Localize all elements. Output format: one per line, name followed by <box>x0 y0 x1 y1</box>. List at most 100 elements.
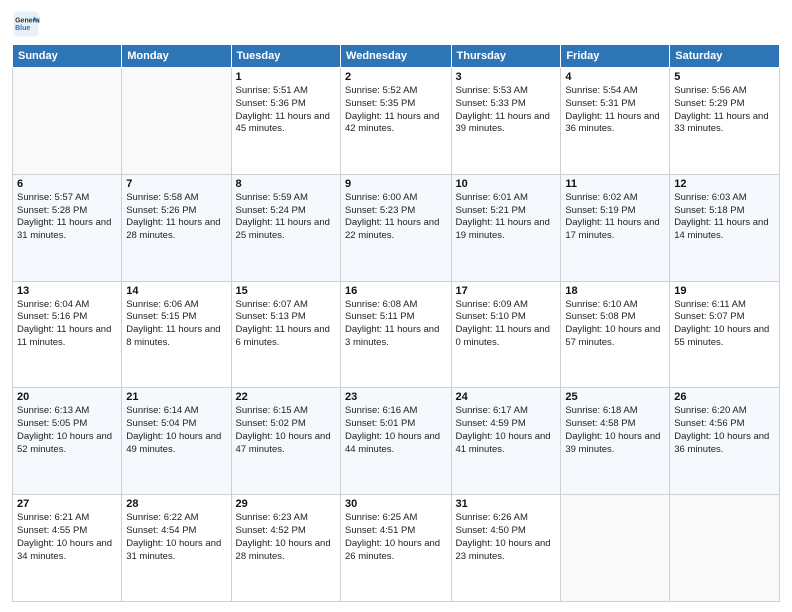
day-cell <box>670 495 780 602</box>
day-cell: 11Sunrise: 6:02 AM Sunset: 5:19 PM Dayli… <box>561 174 670 281</box>
week-row-5: 27Sunrise: 6:21 AM Sunset: 4:55 PM Dayli… <box>13 495 780 602</box>
day-number: 30 <box>345 498 447 510</box>
logo-icon: General Blue <box>12 10 40 38</box>
day-number: 29 <box>236 498 336 510</box>
day-info: Sunrise: 6:06 AM Sunset: 5:15 PM Dayligh… <box>126 299 226 350</box>
day-number: 18 <box>565 285 665 297</box>
weekday-sunday: Sunday <box>13 45 122 68</box>
svg-text:General: General <box>15 17 40 24</box>
logo: General Blue <box>12 10 42 38</box>
day-info: Sunrise: 5:59 AM Sunset: 5:24 PM Dayligh… <box>236 192 336 243</box>
day-number: 11 <box>565 178 665 190</box>
header: General Blue <box>12 10 780 38</box>
day-cell <box>561 495 670 602</box>
day-info: Sunrise: 6:23 AM Sunset: 4:52 PM Dayligh… <box>236 512 336 563</box>
day-cell: 12 Sunrise: 6:03 AM Sunset: 5:18 PM Dayli… <box>670 174 780 281</box>
day-number: 5 <box>674 71 775 83</box>
day-info: Sunrise: 6:14 AM Sunset: 5:04 PM Dayligh… <box>126 405 226 456</box>
day-cell: 19 Sunrise: 6:11 AM Sunset: 5:07 PM Dayli… <box>670 281 780 388</box>
day-cell: 1 Sunrise: 5:51 AM Sunset: 5:36 PM Daylig… <box>231 68 340 175</box>
day-number: 2 <box>345 71 447 83</box>
day-info: Sunrise: 5:56 AM Sunset: 5:29 PM Dayligh… <box>674 85 775 136</box>
weekday-saturday: Saturday <box>670 45 780 68</box>
day-cell: 22 Sunrise: 6:15 AM Sunset: 5:02 PM Dayli… <box>231 388 340 495</box>
day-number: 19 <box>674 285 775 297</box>
week-row-3: 13 Sunrise: 6:04 AM Sunset: 5:16 PM Dayli… <box>13 281 780 388</box>
day-number: 7 <box>126 178 226 190</box>
day-number: 3 <box>456 71 557 83</box>
day-info: Sunrise: 6:16 AM Sunset: 5:01 PM Dayligh… <box>345 405 447 456</box>
day-cell: 5 Sunrise: 5:56 AM Sunset: 5:29 PM Daylig… <box>670 68 780 175</box>
day-number: 24 <box>456 391 557 403</box>
day-info: Sunrise: 6:09 AM Sunset: 5:10 PM Dayligh… <box>456 299 557 350</box>
day-info: Sunrise: 6:08 AM Sunset: 5:11 PM Dayligh… <box>345 299 447 350</box>
day-cell: 20 Sunrise: 6:13 AM Sunset: 5:05 PM Dayli… <box>13 388 122 495</box>
week-row-4: 20 Sunrise: 6:13 AM Sunset: 5:05 PM Dayli… <box>13 388 780 495</box>
day-cell: 29 Sunrise: 6:23 AM Sunset: 4:52 PM Dayli… <box>231 495 340 602</box>
day-number: 1 <box>236 71 336 83</box>
day-number: 14 <box>126 285 226 297</box>
day-number: 8 <box>236 178 336 190</box>
day-cell: 25 Sunrise: 6:18 AM Sunset: 4:58 PM Dayli… <box>561 388 670 495</box>
day-number: 15 <box>236 285 336 297</box>
day-cell: 3 Sunrise: 5:53 AM Sunset: 5:33 PM Daylig… <box>451 68 561 175</box>
day-info: Sunrise: 5:51 AM Sunset: 5:36 PM Dayligh… <box>236 85 336 136</box>
weekday-thursday: Thursday <box>451 45 561 68</box>
day-cell: 14 Sunrise: 6:06 AM Sunset: 5:15 PM Dayli… <box>122 281 231 388</box>
day-info: Sunrise: 6:15 AM Sunset: 5:02 PM Dayligh… <box>236 405 336 456</box>
day-cell: 27Sunrise: 6:21 AM Sunset: 4:55 PM Dayli… <box>13 495 122 602</box>
day-number: 13 <box>17 285 117 297</box>
day-number: 12 <box>674 178 775 190</box>
day-cell <box>13 68 122 175</box>
day-info: Sunrise: 6:11 AM Sunset: 5:07 PM Dayligh… <box>674 299 775 350</box>
day-cell: 9Sunrise: 6:00 AM Sunset: 5:23 PM Daylig… <box>341 174 452 281</box>
day-number: 22 <box>236 391 336 403</box>
day-cell: 10 Sunrise: 6:01 AM Sunset: 5:21 PM Dayli… <box>451 174 561 281</box>
day-cell: 30 Sunrise: 6:25 AM Sunset: 4:51 PM Dayli… <box>341 495 452 602</box>
day-number: 27 <box>17 498 117 510</box>
week-row-2: 6Sunrise: 5:57 AM Sunset: 5:28 PM Daylig… <box>13 174 780 281</box>
day-info: Sunrise: 6:22 AM Sunset: 4:54 PM Dayligh… <box>126 512 226 563</box>
day-info: Sunrise: 6:01 AM Sunset: 5:21 PM Dayligh… <box>456 192 557 243</box>
day-info: Sunrise: 6:20 AM Sunset: 4:56 PM Dayligh… <box>674 405 775 456</box>
day-info: Sunrise: 6:18 AM Sunset: 4:58 PM Dayligh… <box>565 405 665 456</box>
day-cell: 24 Sunrise: 6:17 AM Sunset: 4:59 PM Dayli… <box>451 388 561 495</box>
week-row-1: 1 Sunrise: 5:51 AM Sunset: 5:36 PM Daylig… <box>13 68 780 175</box>
day-number: 10 <box>456 178 557 190</box>
weekday-wednesday: Wednesday <box>341 45 452 68</box>
day-info: Sunrise: 6:07 AM Sunset: 5:13 PM Dayligh… <box>236 299 336 350</box>
day-cell: 28 Sunrise: 6:22 AM Sunset: 4:54 PM Dayli… <box>122 495 231 602</box>
day-cell: 15 Sunrise: 6:07 AM Sunset: 5:13 PM Dayli… <box>231 281 340 388</box>
day-info: Sunrise: 5:54 AM Sunset: 5:31 PM Dayligh… <box>565 85 665 136</box>
day-cell: 23Sunrise: 6:16 AM Sunset: 5:01 PM Dayli… <box>341 388 452 495</box>
day-number: 4 <box>565 71 665 83</box>
day-number: 25 <box>565 391 665 403</box>
day-cell: 6Sunrise: 5:57 AM Sunset: 5:28 PM Daylig… <box>13 174 122 281</box>
day-info: Sunrise: 6:03 AM Sunset: 5:18 PM Dayligh… <box>674 192 775 243</box>
day-cell: 8 Sunrise: 5:59 AM Sunset: 5:24 PM Daylig… <box>231 174 340 281</box>
day-number: 28 <box>126 498 226 510</box>
day-info: Sunrise: 5:58 AM Sunset: 5:26 PM Dayligh… <box>126 192 226 243</box>
day-info: Sunrise: 6:04 AM Sunset: 5:16 PM Dayligh… <box>17 299 117 350</box>
day-cell <box>122 68 231 175</box>
day-cell: 4 Sunrise: 5:54 AM Sunset: 5:31 PM Daylig… <box>561 68 670 175</box>
day-info: Sunrise: 6:10 AM Sunset: 5:08 PM Dayligh… <box>565 299 665 350</box>
day-info: Sunrise: 5:53 AM Sunset: 5:33 PM Dayligh… <box>456 85 557 136</box>
day-info: Sunrise: 6:17 AM Sunset: 4:59 PM Dayligh… <box>456 405 557 456</box>
day-cell: 26 Sunrise: 6:20 AM Sunset: 4:56 PM Dayli… <box>670 388 780 495</box>
day-cell: 17Sunrise: 6:09 AM Sunset: 5:10 PM Dayli… <box>451 281 561 388</box>
day-number: 20 <box>17 391 117 403</box>
day-info: Sunrise: 6:26 AM Sunset: 4:50 PM Dayligh… <box>456 512 557 563</box>
day-number: 9 <box>345 178 447 190</box>
day-cell: 31Sunrise: 6:26 AM Sunset: 4:50 PM Dayli… <box>451 495 561 602</box>
weekday-header: SundayMondayTuesdayWednesdayThursdayFrid… <box>13 45 780 68</box>
day-info: Sunrise: 6:25 AM Sunset: 4:51 PM Dayligh… <box>345 512 447 563</box>
page: General Blue SundayMondayTuesdayWednesda… <box>0 0 792 612</box>
day-cell: 7 Sunrise: 5:58 AM Sunset: 5:26 PM Daylig… <box>122 174 231 281</box>
calendar: SundayMondayTuesdayWednesdayThursdayFrid… <box>12 44 780 602</box>
day-number: 26 <box>674 391 775 403</box>
day-info: Sunrise: 5:52 AM Sunset: 5:35 PM Dayligh… <box>345 85 447 136</box>
day-info: Sunrise: 6:13 AM Sunset: 5:05 PM Dayligh… <box>17 405 117 456</box>
day-cell: 13 Sunrise: 6:04 AM Sunset: 5:16 PM Dayli… <box>13 281 122 388</box>
weekday-tuesday: Tuesday <box>231 45 340 68</box>
